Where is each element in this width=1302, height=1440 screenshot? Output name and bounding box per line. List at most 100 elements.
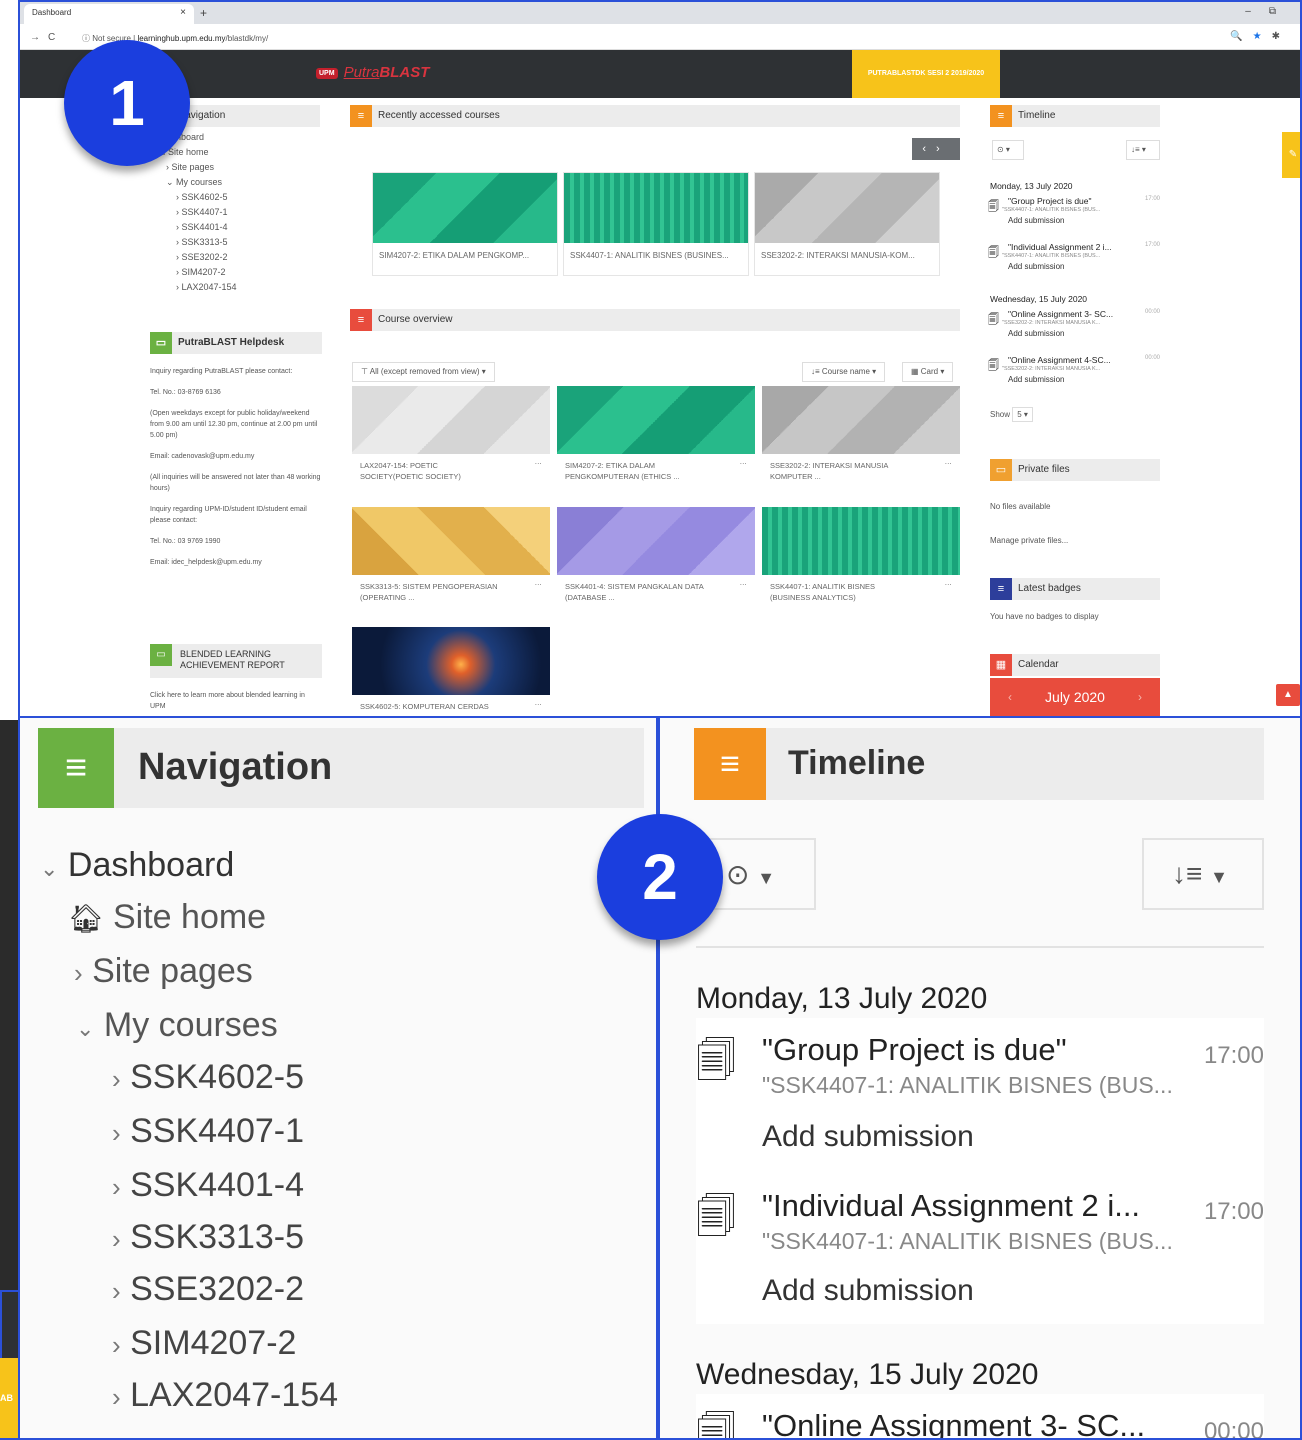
- browser-tab[interactable]: Dashboard ×: [24, 4, 194, 24]
- back-to-top-button[interactable]: ▲: [1276, 684, 1300, 706]
- back-forward-reload-icons[interactable]: →C: [30, 32, 63, 43]
- course-menu-button[interactable]: …: [535, 577, 543, 588]
- calendar-next-icon[interactable]: ›: [1138, 678, 1142, 716]
- add-submission-link[interactable]: Add submission: [1008, 375, 1160, 384]
- course-card[interactable]: SIM4207-2: ETIKA DALAM PENGKOMPUTERAN (ET…: [557, 386, 755, 488]
- event-title-link[interactable]: "Group Project is due": [762, 1032, 1067, 1068]
- badges-empty: You have no badges to display: [990, 612, 1099, 621]
- nav-site-home[interactable]: 🏠︎ Site home: [68, 898, 266, 937]
- address-bar: →C ⓘ Not secure | learninghub.upm.edu.my…: [20, 24, 1300, 50]
- nav-course[interactable]: › SSK4401-4: [112, 1166, 304, 1205]
- nav-course[interactable]: › LAX2047-154: [112, 1376, 338, 1415]
- nav-course[interactable]: › SSK4407-1: [112, 1112, 304, 1151]
- report-icon: ▭: [150, 644, 172, 666]
- nav-dashboard[interactable]: ⌄ Dashboard: [40, 846, 234, 885]
- add-submission-link[interactable]: Add submission: [1008, 329, 1160, 338]
- event-title-link[interactable]: "Group Project is due": [1008, 196, 1160, 206]
- nav-course[interactable]: › SSK4602-5: [112, 1058, 304, 1097]
- add-submission-link[interactable]: Add submission: [762, 1120, 974, 1154]
- recent-course-card[interactable]: SSE3202-2: INTERAKSI MANUSIA-KOM...: [754, 172, 940, 276]
- helpdesk-icon: ▭: [150, 332, 172, 354]
- timeline-sort-dropdown[interactable]: ↓≡ ▼: [1142, 838, 1264, 910]
- upm-badge: UPM: [316, 67, 338, 79]
- course-card[interactable]: LAX2047-154: POETIC SOCIETY(POETIC SOCIET…: [352, 386, 550, 488]
- carousel-prev-next[interactable]: ‹›: [912, 138, 960, 160]
- course-card[interactable]: SSK4602-5: KOMPUTERAN CERDAS…: [352, 627, 550, 716]
- nav-my-courses[interactable]: ⌄ My courses: [156, 175, 237, 190]
- assignment-icon: 🗐: [988, 201, 999, 213]
- chevron-right-icon: ›: [74, 958, 83, 988]
- course-menu-button[interactable]: …: [945, 577, 953, 588]
- event-title-link[interactable]: "Online Assignment 3- SC...: [762, 1408, 1145, 1438]
- calendar-header: ▦ Calendar: [990, 654, 1160, 676]
- nav-course[interactable]: › SIM4207-2: [156, 265, 237, 280]
- new-tab-button[interactable]: +: [200, 6, 207, 20]
- assignment-icon: 🗐: [988, 360, 999, 372]
- blended-learning-header: ▭ BLENDED LEARNING ACHIEVEMENT REPORT: [150, 644, 322, 678]
- nav-course[interactable]: › SSK3313-5: [112, 1218, 304, 1257]
- helpdesk-email-link[interactable]: Email: cadenovask@upm.edu.my: [150, 451, 322, 462]
- drawer-toggle-icon[interactable]: ✎: [1282, 132, 1300, 178]
- nav-course[interactable]: › LAX2047-154: [156, 280, 237, 295]
- menu-icon: ≡: [694, 728, 766, 800]
- session-button[interactable]: PUTRABLASTDK SESI 2 2019/2020: [852, 50, 1000, 98]
- nav-course[interactable]: › SSE3202-2: [112, 1270, 304, 1309]
- blended-learning-link[interactable]: Click here to learn more about blended l…: [150, 690, 322, 712]
- tab-title: Dashboard: [32, 8, 72, 17]
- timeline-day-heading: Wednesday, 15 July 2020: [696, 1358, 1039, 1391]
- timeline-sort-dropdown[interactable]: ↓≡ ▾: [1126, 140, 1160, 160]
- left-edge-strip: AB: [0, 0, 20, 1440]
- recent-course-card[interactable]: SSK4407-1: ANALITIK BISNES (BUSINES...: [563, 172, 749, 276]
- course-menu-button[interactable]: …: [535, 697, 543, 708]
- close-tab-icon[interactable]: ×: [180, 7, 186, 18]
- course-view-dropdown[interactable]: ▦ Card ▾: [902, 362, 954, 382]
- course-menu-button[interactable]: …: [740, 577, 748, 588]
- course-card[interactable]: SSK4407-1: ANALITIK BISNES (BUSINESS ANAL…: [762, 507, 960, 609]
- course-menu-button[interactable]: …: [945, 456, 953, 467]
- putrablast-logo[interactable]: UPM PutraBLAST: [316, 64, 429, 81]
- private-files-header: ▭ Private files: [990, 459, 1160, 481]
- nav-course[interactable]: › SSE3202-2: [156, 250, 237, 265]
- event-title-link[interactable]: "Online Assignment 3- SC...: [1008, 309, 1160, 319]
- nav-course[interactable]: › SSK4602-5: [156, 190, 237, 205]
- timeline-divider: [696, 946, 1264, 948]
- add-submission-link[interactable]: Add submission: [1008, 262, 1160, 271]
- event-title-link[interactable]: "Online Assignment 4-SC...: [1008, 355, 1160, 365]
- event-title-link[interactable]: "Individual Assignment 2 i...: [1008, 242, 1160, 252]
- course-card[interactable]: SSK4401-4: SISTEM PANGKALAN DATA (DATABAS…: [557, 507, 755, 609]
- private-files-empty: No files available: [990, 502, 1051, 511]
- timeline-event: 🗐 "Online Assignment 3- SC... 00:00: [696, 1394, 1264, 1438]
- calendar-prev-icon[interactable]: ‹: [1008, 678, 1012, 716]
- course-card[interactable]: SSK3313-5: SISTEM PENGOPERASIAN (OPERATIN…: [352, 507, 550, 609]
- folder-icon: ▭: [990, 459, 1012, 481]
- timeline-show-count: Show 5 ▾: [990, 407, 1033, 422]
- nav-site-pages[interactable]: › Site pages: [74, 952, 253, 991]
- nav-course[interactable]: › SSK4401-4: [156, 220, 237, 235]
- assignment-icon: 🗐: [988, 247, 999, 259]
- course-card[interactable]: SSE3202-2: INTERAKSI MANUSIA KOMPUTER ...…: [762, 386, 960, 488]
- nav-course[interactable]: › SSK3313-5: [156, 235, 237, 250]
- timeline-event: 🗐 "Individual Assignment 2 i... 17:00 "S…: [696, 1174, 1264, 1324]
- course-menu-button[interactable]: …: [535, 456, 543, 467]
- course-sort-dropdown[interactable]: ↓≡ Course name ▾: [802, 362, 886, 382]
- nav-course[interactable]: › SSK4407-1: [156, 205, 237, 220]
- add-submission-link[interactable]: Add submission: [762, 1274, 974, 1308]
- idec-email-link[interactable]: Email: idec_helpdesk@upm.edu.my: [150, 557, 322, 568]
- course-menu-button[interactable]: …: [740, 456, 748, 467]
- navigation-header-large: ≡ Navigation: [38, 728, 644, 808]
- event-title-link[interactable]: "Individual Assignment 2 i...: [762, 1188, 1140, 1224]
- bookmark-star-icon[interactable]: ★: [1253, 31, 1272, 42]
- nav-course[interactable]: › SIM4207-2: [112, 1324, 296, 1363]
- window-controls[interactable]: –⧉: [1245, 6, 1294, 17]
- nav-site-pages[interactable]: › Site pages: [156, 160, 237, 175]
- course-filter-dropdown[interactable]: ⊤ All (except removed from view) ▾: [352, 362, 495, 382]
- dashboard-screenshot-panel: Dashboard × + –⧉ →C ⓘ Not secure | learn…: [18, 0, 1302, 718]
- browser-extension-icons[interactable]: 🔍★✱: [1230, 31, 1290, 42]
- show-count-dropdown[interactable]: 5 ▾: [1012, 407, 1033, 422]
- caret-down-icon: ▼: [1210, 867, 1228, 887]
- timeline-filter-dropdown[interactable]: ⊙ ▾: [992, 140, 1024, 160]
- recent-course-card[interactable]: SIM4207-2: ETIKA DALAM PENGKOMP...: [372, 172, 558, 276]
- manage-private-files-link[interactable]: Manage private files...: [990, 536, 1068, 545]
- nav-my-courses[interactable]: ⌄ My courses: [76, 1006, 278, 1045]
- add-submission-link[interactable]: Add submission: [1008, 216, 1160, 225]
